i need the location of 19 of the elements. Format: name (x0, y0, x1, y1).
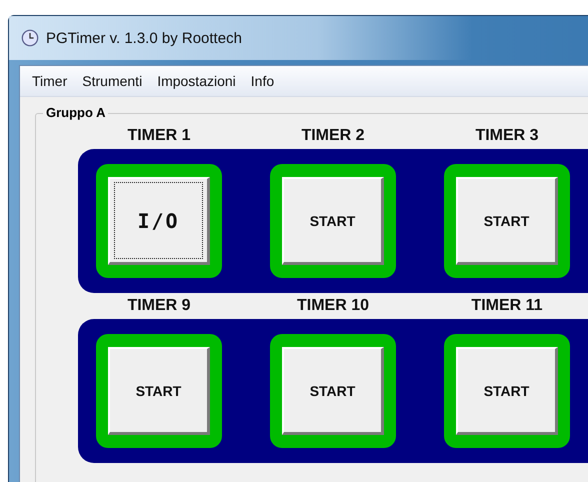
timer-label: TIMER 1 (126, 126, 192, 146)
timer-button[interactable]: I/O (108, 177, 210, 265)
timer-label: TIMER 9 (126, 296, 192, 316)
clock-icon (21, 29, 39, 47)
group-title: Gruppo A (43, 105, 108, 120)
timer-label: TIMER 3 (474, 126, 540, 146)
menu-item[interactable]: Info (250, 73, 274, 89)
timer-button[interactable]: START (282, 177, 384, 265)
timer-label: TIMER 10 (296, 296, 370, 316)
menu-item[interactable]: Impostazioni (157, 73, 236, 89)
timer-label: TIMER 11 (470, 296, 544, 316)
timer-button[interactable]: START (282, 347, 384, 435)
timer-button[interactable]: START (108, 347, 210, 435)
window-title: PGTimer v. 1.3.0 by Roottech (46, 30, 242, 46)
timer-button[interactable]: START (456, 347, 558, 435)
timer-label: TIMER 2 (300, 126, 366, 146)
menu-item[interactable]: Strumenti (82, 73, 142, 89)
timer-button[interactable]: START (456, 177, 558, 265)
menu-item[interactable]: Timer (32, 73, 68, 89)
